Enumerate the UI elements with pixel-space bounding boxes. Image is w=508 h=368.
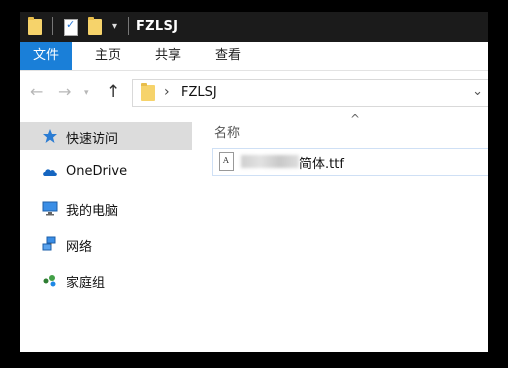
new-folder-icon[interactable] <box>88 17 102 35</box>
explorer-window: ▾ FZLSJ 文件 主页 共享 查看 ← → ▾ ↑ › FZLSJ ⌄ 快速… <box>20 12 488 352</box>
sidebar-item-homegroup[interactable]: 家庭组 <box>20 266 192 294</box>
customize-toolbar-chevron-icon[interactable]: ▾ <box>112 21 117 32</box>
redacted-filename <box>241 155 299 168</box>
computer-icon <box>42 201 58 216</box>
font-file-icon <box>219 152 234 171</box>
sidebar-item-label: 快速访问 <box>66 132 119 147</box>
tab-file[interactable]: 文件 <box>20 42 72 70</box>
sidebar-item-network[interactable]: 网络 <box>20 230 192 258</box>
forward-arrow-icon[interactable]: → <box>58 82 71 101</box>
up-arrow-icon[interactable]: ↑ <box>106 82 120 102</box>
recent-locations-chevron-icon[interactable]: ▾ <box>84 88 89 98</box>
breadcrumb-separator-icon[interactable]: › <box>164 84 170 100</box>
address-history-chevron-icon[interactable]: ⌄ <box>472 84 483 99</box>
sidebar-item-onedrive[interactable]: OneDrive <box>20 158 192 186</box>
homegroup-icon <box>43 275 56 287</box>
tab-share[interactable]: 共享 <box>142 42 194 70</box>
file-list-pane: ^ 名称 简体.ttf <box>192 108 488 352</box>
title-bar: ▾ FZLSJ <box>20 12 488 42</box>
divider <box>128 17 129 35</box>
address-bar[interactable]: › FZLSJ ⌄ <box>132 79 488 107</box>
column-header-name[interactable]: 名称 <box>214 122 240 141</box>
breadcrumb[interactable]: FZLSJ <box>181 85 217 100</box>
tab-home[interactable]: 主页 <box>82 42 134 70</box>
navigation-bar: ← → ▾ ↑ › FZLSJ ⌄ <box>20 76 488 108</box>
star-icon <box>43 129 57 143</box>
sidebar-item-label: 家庭组 <box>66 276 106 291</box>
sidebar-item-label: OneDrive <box>66 164 128 179</box>
cloud-icon <box>43 169 57 176</box>
tab-view[interactable]: 查看 <box>202 42 254 70</box>
list-item[interactable]: 简体.ttf <box>212 148 488 176</box>
sidebar-item-label: 我的电脑 <box>66 204 119 219</box>
divider <box>52 17 53 35</box>
sidebar-item-quick-access[interactable]: 快速访问 <box>20 122 192 150</box>
network-icon <box>42 236 56 251</box>
back-arrow-icon[interactable]: ← <box>30 82 43 101</box>
sort-ascending-icon: ^ <box>350 112 361 126</box>
sidebar-item-label: 网络 <box>66 240 93 255</box>
ribbon-tabs: 文件 主页 共享 查看 <box>20 42 488 71</box>
file-name: 简体.ttf <box>299 157 344 172</box>
properties-icon[interactable] <box>64 18 78 36</box>
window-title: FZLSJ <box>136 19 179 34</box>
folder-icon[interactable] <box>28 17 42 35</box>
navigation-pane: 快速访问 OneDrive 我的电脑 网络 家庭组 <box>20 116 192 352</box>
folder-icon <box>141 83 155 101</box>
sidebar-item-this-pc[interactable]: 我的电脑 <box>20 194 192 222</box>
